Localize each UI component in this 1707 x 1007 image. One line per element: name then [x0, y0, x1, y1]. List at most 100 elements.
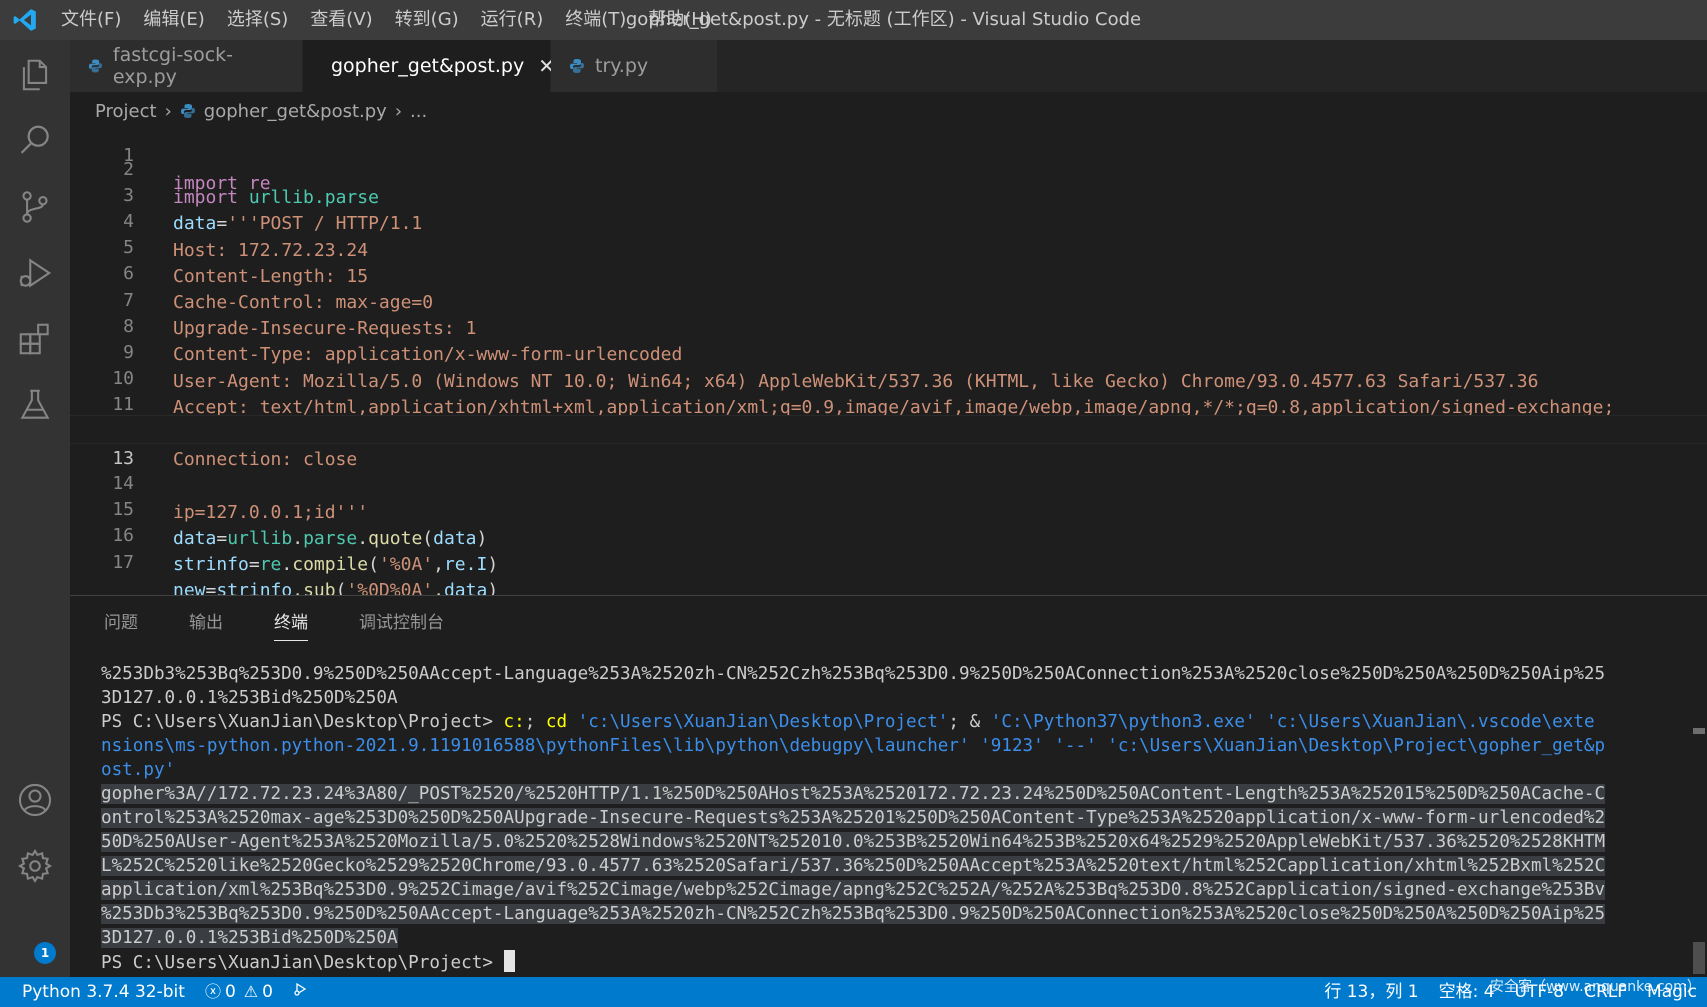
- terminal-selected-text: 50D%250AUser-Agent%253A%2520Mozilla/5.0%…: [101, 832, 1606, 852]
- terminal-scrollbar[interactable]: [1693, 646, 1707, 976]
- code-line: 8 Content-Type: application/x-www-form-u…: [70, 284, 1707, 366]
- menu-run[interactable]: 运行(R): [470, 0, 555, 40]
- activity-bar: [0, 40, 70, 977]
- scrollbar-thumb[interactable]: [1693, 942, 1705, 974]
- chevron-right-icon: ›: [164, 100, 172, 122]
- settings-gear-icon[interactable]: [0, 831, 70, 901]
- tab-label: try.py: [595, 55, 649, 77]
- code-line: 3 data='''POST / HTTP/1.1: [70, 153, 1707, 235]
- panel-tabs: 问题 输出 终端 调试控制台: [70, 596, 460, 651]
- bottom-panel: 问题 输出 终端 调试控制台 %253Db3%253Bq%253D0.9%250…: [70, 595, 1707, 977]
- menu-selection[interactable]: 选择(S): [216, 0, 299, 40]
- terminal-line: gopher%3A//172.72.23.24%3A80/_POST%2520/…: [101, 782, 1661, 806]
- breadcrumb-file[interactable]: gopher_get&post.py: [204, 101, 387, 122]
- code-function: compile: [292, 553, 369, 575]
- code-line: 17 new=strinfo.sub('%0D%0A',data): [70, 520, 1707, 595]
- tab-fastcgi-sock-exp[interactable]: fastcgi-sock-exp.py: [70, 40, 303, 92]
- terminal-argument: 'c:\Users\XuanJian\Desktop\Project': [577, 712, 949, 732]
- terminal-command: cd: [545, 712, 568, 732]
- code-string: '%0D%0A': [346, 580, 434, 595]
- terminal-line: ost.py': [101, 760, 176, 780]
- tab-problems[interactable]: 问题: [88, 596, 154, 651]
- terminal-line: nsions\ms-python.python-2021.9.119101658…: [101, 736, 1606, 756]
- breadcrumb-symbols[interactable]: ...: [410, 101, 427, 122]
- terminal-command: c:: [503, 712, 525, 732]
- tab-try[interactable]: try.py: [551, 40, 718, 92]
- python-file-icon: [570, 59, 584, 73]
- terminal-selected-text: gopher%3A//172.72.23.24%3A80/_POST%2520/…: [101, 784, 1606, 804]
- run-debug-icon[interactable]: [0, 238, 70, 308]
- code-line: 2 import urllib.parse: [70, 127, 1707, 209]
- terminal-selected-text: application/xml%253Bq%253D0.9%252Cimage/…: [101, 880, 1606, 900]
- vscode-logo-icon: [0, 0, 50, 40]
- tab-gopher-get-post[interactable]: gopher_get&post.py ✕: [303, 40, 555, 92]
- explorer-icon[interactable]: [0, 40, 70, 110]
- terminal-line: 3D127.0.0.1%253Bid%250D%250A: [101, 688, 398, 708]
- code-line: 12 Connection: close: [70, 389, 1707, 471]
- terminal-selected-text: %253Db3%253Bq%253D0.9%250D%250AAccept-La…: [101, 904, 1606, 924]
- terminal-cursor: [503, 950, 515, 972]
- breadcrumb: Project › gopher_get&post.py › ...: [70, 92, 1707, 130]
- code-line: 9 User-Agent: Mozilla/5.0 (Windows NT 10…: [70, 310, 1707, 392]
- settings-badge: 1: [34, 942, 56, 964]
- code-variable: strinfo: [173, 553, 249, 575]
- code-editor[interactable]: 1 import re 2 import urllib.parse 3 data…: [70, 127, 1707, 595]
- terminal-selected-text: 3D127.0.0.1%253Bid%250D%250A: [101, 928, 398, 948]
- terminal-prompt: PS C:\Users\XuanJian\Desktop\Project>: [101, 712, 504, 732]
- warning-icon: ⚠: [243, 982, 259, 1001]
- code-line: 5 Content-Length: 15: [70, 206, 1707, 287]
- terminal-line: L%252C%2520like%2520Gecko%2529%2520Chrom…: [101, 854, 1661, 878]
- tab-label: fastcgi-sock-exp.py: [112, 44, 234, 88]
- menu-bar: 文件(F) 编辑(E) 选择(S) 查看(V) 转到(G) 运行(R) 终端(T…: [50, 0, 723, 40]
- error-icon: ⓧ: [204, 982, 221, 1001]
- terminal-selected-text: L%252C%2520like%2520Gecko%2529%2520Chrom…: [101, 856, 1606, 876]
- code-module: re: [259, 553, 282, 575]
- title-bar: 文件(F) 编辑(E) 选择(S) 查看(V) 转到(G) 运行(R) 终端(T…: [0, 0, 1707, 40]
- python-interpreter[interactable]: Python 3.7.4 32-bit: [0, 977, 195, 1007]
- terminal-line: PS C:\Users\XuanJian\Desktop\Project>: [101, 950, 1661, 974]
- cursor-position[interactable]: 行 13，列 1: [1314, 977, 1428, 1007]
- warning-count: 0: [262, 982, 273, 1002]
- testing-icon[interactable]: [0, 370, 70, 440]
- code-line: 16 strinfo=re.compile('%0A',re.I): [70, 494, 1707, 575]
- error-count: 0: [224, 982, 236, 1002]
- code-line: 6 Cache-Control: max-age=0: [70, 232, 1707, 313]
- problems-indicator[interactable]: ⓧ 0 ⚠ 0: [195, 977, 283, 1007]
- account-icon[interactable]: [0, 765, 70, 835]
- code-line: 11 Accept-Language: zh-CN,zh;q=0.9: [70, 363, 1707, 444]
- python-file-icon: [180, 104, 195, 118]
- status-bar: Python 3.7.4 32-bit ⓧ 0 ⚠ 0 行 13，列 1 空格:…: [0, 977, 1707, 1007]
- menu-edit[interactable]: 编辑(E): [132, 0, 215, 40]
- code-string: '%0A': [378, 553, 434, 575]
- search-icon[interactable]: [0, 106, 70, 176]
- code-line: 10 Accept: text/html,application/xhtml+x…: [70, 337, 1707, 418]
- source-control-icon[interactable]: [0, 172, 70, 242]
- scrollbar-marker: [1693, 728, 1705, 734]
- menu-help[interactable]: 帮助(H): [637, 0, 723, 40]
- tab-output[interactable]: 输出: [173, 596, 239, 651]
- code-variable: re.I: [443, 553, 488, 575]
- live-share-icon[interactable]: [283, 977, 323, 1007]
- menu-file[interactable]: 文件(F): [50, 0, 132, 40]
- menu-terminal[interactable]: 终端(T): [554, 0, 637, 40]
- breadcrumb-folder[interactable]: Project: [95, 101, 157, 122]
- menu-view[interactable]: 查看(V): [299, 0, 383, 40]
- code-function: sub: [303, 580, 336, 595]
- terminal-line: 3D127.0.0.1%253Bid%250D%250A: [101, 926, 1661, 950]
- line-number: 17: [112, 551, 134, 573]
- terminal-line: application/xml%253Bq%253D0.9%252Cimage/…: [101, 878, 1661, 902]
- extensions-icon[interactable]: [0, 304, 70, 374]
- terminal-line: 50D%250AUser-Agent%253A%2520Mozilla/5.0%…: [101, 830, 1661, 854]
- code-line-current: 13: [70, 415, 1707, 469]
- terminal-text: ; &: [948, 712, 991, 732]
- tab-bar: fastcgi-sock-exp.py gopher_get&post.py ✕…: [70, 40, 1707, 92]
- menu-go[interactable]: 转到(G): [384, 0, 470, 40]
- terminal-line: PS C:\Users\XuanJian\Desktop\Project> c:…: [101, 710, 1661, 734]
- terminal-line: %253Db3%253Bq%253D0.9%250D%250AAccept-La…: [101, 664, 1606, 684]
- terminal-selected-text: ontrol%253A%2520max-age%253D0%250D%250AU…: [101, 808, 1606, 828]
- code-variable: new: [173, 580, 206, 595]
- tab-terminal[interactable]: 终端: [258, 596, 324, 651]
- terminal[interactable]: %253Db3%253Bq%253D0.9%250D%250AAccept-La…: [101, 662, 1661, 974]
- tab-debug-console[interactable]: 调试控制台: [343, 596, 460, 651]
- code-line: 14 ip=127.0.0.1;id''': [70, 441, 1707, 523]
